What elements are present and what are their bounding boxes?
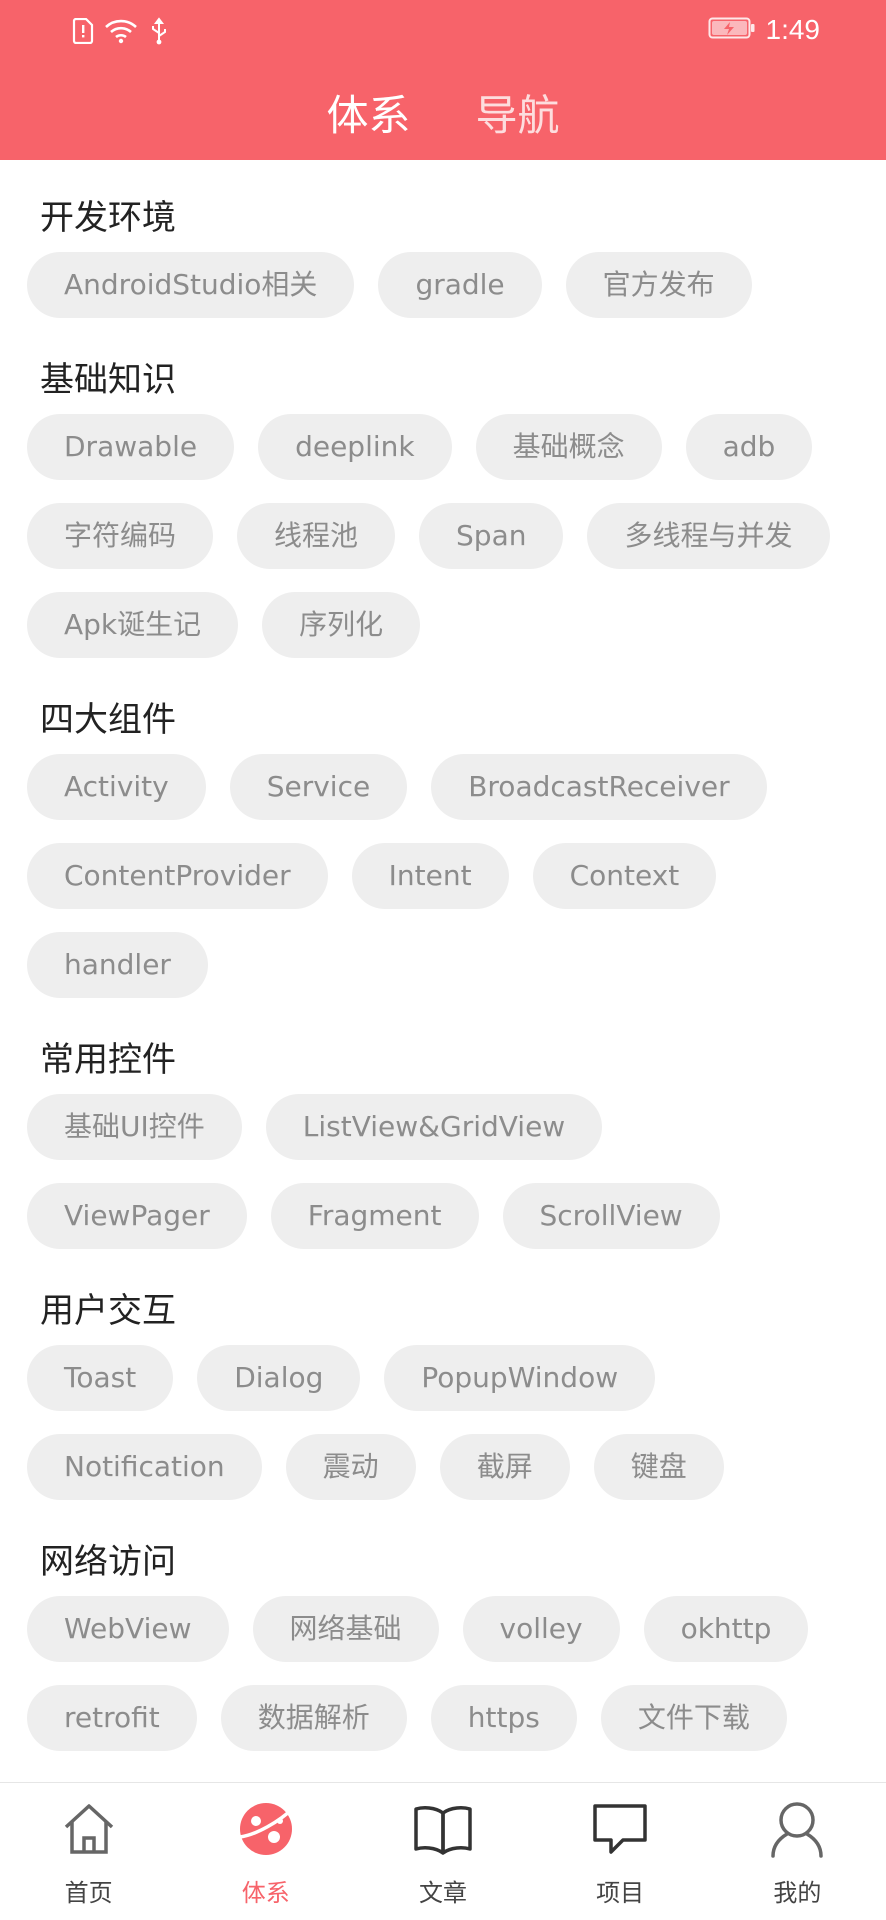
tag-group: Activity Service BroadcastReceiver ContentP… (27, 754, 866, 998)
tag-chip[interactable]: 键盘 (593, 1434, 724, 1500)
tag-chip[interactable]: 文件下载 (600, 1685, 787, 1751)
nav-articles[interactable]: 文章 (373, 1783, 513, 1920)
tab-navigation[interactable]: 导航 (476, 82, 560, 143)
book-icon (413, 1799, 473, 1859)
status-time: 1:49 (765, 14, 821, 45)
wifi-icon (104, 18, 138, 48)
tag-group: Toast Dialog PopupWindow Notification 震动 截屏 键盘 (27, 1345, 866, 1500)
status-icons-left (72, 17, 170, 49)
tag-chip[interactable]: PopupWindow (384, 1345, 656, 1411)
tag-chip[interactable]: https (430, 1685, 577, 1751)
nav-home[interactable]: 首页 (19, 1783, 159, 1920)
tag-chip[interactable]: AndroidStudio相关 (27, 252, 355, 318)
tag-chip[interactable]: volley (462, 1596, 620, 1662)
battery-charging-icon (708, 16, 756, 44)
nav-system-label: 体系 (241, 1879, 290, 1907)
tag-chip[interactable]: 多线程与并发 (587, 503, 830, 569)
tag-chip[interactable]: okhttp (643, 1596, 809, 1662)
nav-home-label: 首页 (64, 1879, 113, 1907)
tag-chip[interactable]: ListView&GridView (265, 1094, 603, 1160)
tag-chip[interactable]: 官方发布 (565, 252, 752, 318)
tab-system[interactable]: 体系 (326, 82, 410, 143)
nav-projects-label: 项目 (596, 1879, 645, 1907)
tag-chip[interactable]: 截屏 (439, 1434, 570, 1500)
tag-chip[interactable]: Context (532, 843, 717, 909)
tag-chip[interactable]: Toast (27, 1345, 174, 1411)
tag-chip[interactable]: WebView (27, 1596, 229, 1662)
category-title[interactable]: 开发环境 (27, 190, 866, 246)
nav-projects[interactable]: 项目 (550, 1783, 690, 1920)
sim-alert-icon (72, 17, 94, 48)
tag-chip[interactable]: 数据解析 (220, 1685, 407, 1751)
tag-chip[interactable]: ViewPager (27, 1183, 247, 1249)
tag-chip[interactable]: Service (229, 754, 408, 820)
bottom-navigation: 首页 体系 文章 项目 我的 (0, 1782, 886, 1920)
tag-chip[interactable]: 线程池 (237, 503, 396, 569)
tag-chip[interactable]: ContentProvider (27, 843, 328, 909)
home-icon (59, 1799, 119, 1859)
category-section: 网络访问 WebView 网络基础 volley okhttp retrofit 数据解析 h… (0, 1534, 886, 1751)
tag-chip[interactable]: deeplink (258, 414, 452, 480)
tag-chip[interactable]: gradle (378, 252, 542, 318)
category-section: 用户交互 Toast Dialog PopupWindow Notification 震动… (0, 1283, 886, 1500)
tag-chip[interactable]: adb (685, 414, 813, 480)
system-planet-icon (236, 1799, 296, 1859)
app-header: 1:49 体系 导航 (0, 0, 886, 160)
category-section: 开发环境 AndroidStudio相关 gradle 官方发布 (0, 190, 886, 318)
tag-chip[interactable]: Fragment (270, 1183, 479, 1249)
category-title[interactable]: 四大组件 (27, 692, 866, 748)
tag-chip[interactable]: handler (27, 932, 208, 998)
tag-chip[interactable]: ScrollView (502, 1183, 720, 1249)
nav-mine[interactable]: 我的 (727, 1783, 867, 1920)
tag-chip[interactable]: Intent (351, 843, 509, 909)
tag-group: AndroidStudio相关 gradle 官方发布 (27, 252, 866, 318)
tag-chip[interactable]: 震动 (285, 1434, 416, 1500)
tag-chip[interactable]: 网络基础 (252, 1596, 439, 1662)
nav-articles-label: 文章 (418, 1879, 467, 1907)
tag-group: WebView 网络基础 volley okhttp retrofit 数据解析 https… (27, 1596, 866, 1751)
category-section: 常用控件基础UI控件 ListView&GridView ViewPager Frag… (0, 1032, 886, 1249)
tag-chip[interactable]: 序列化 (262, 592, 421, 658)
category-title[interactable]: 基础知识 (27, 352, 866, 408)
status-icons-right: 1:49 (708, 14, 821, 46)
nav-system[interactable]: 体系 (196, 1783, 336, 1920)
category-title[interactable]: 用户交互 (27, 1283, 866, 1339)
category-title[interactable]: 常用控件 (27, 1032, 866, 1088)
usb-icon (148, 17, 170, 49)
nav-mine-label: 我的 (773, 1879, 822, 1907)
tag-group: 基础UI控件 ListView&GridView ViewPager Fragment… (27, 1094, 866, 1249)
status-bar: 1:49 (0, 0, 886, 66)
tag-chip[interactable]: 字符编码 (27, 503, 214, 569)
tag-chip[interactable]: 基础概念 (475, 414, 662, 480)
top-tabs: 体系 导航 (0, 82, 886, 143)
tag-chip[interactable]: Activity (27, 754, 206, 820)
tag-chip[interactable]: BroadcastReceiver (431, 754, 767, 820)
chat-bubble-icon (590, 1799, 650, 1859)
category-section: 基础知识 Drawable deeplink 基础概念 adb 字符编码 线程池 Span 多线… (0, 352, 886, 658)
knowledge-tree-list[interactable]: 开发环境 AndroidStudio相关 gradle 官方发布基础知识 Drawabl… (0, 160, 886, 1782)
category-section: 四大组件 Activity Service BroadcastReceiver Cont… (0, 692, 886, 998)
tag-chip[interactable]: retrofit (27, 1685, 197, 1751)
tag-chip[interactable]: 基础UI控件 (27, 1094, 242, 1160)
tag-chip[interactable]: Notification (27, 1434, 262, 1500)
tag-group: Drawable deeplink 基础概念 adb 字符编码 线程池 Span 多线程与并发… (27, 414, 866, 658)
tag-chip[interactable]: Span (419, 503, 564, 569)
tag-chip[interactable]: Apk诞生记 (27, 592, 239, 658)
tag-chip[interactable]: Drawable (27, 414, 235, 480)
category-title[interactable]: 网络访问 (27, 1534, 866, 1590)
user-icon (767, 1799, 827, 1859)
tag-chip[interactable]: Dialog (197, 1345, 361, 1411)
